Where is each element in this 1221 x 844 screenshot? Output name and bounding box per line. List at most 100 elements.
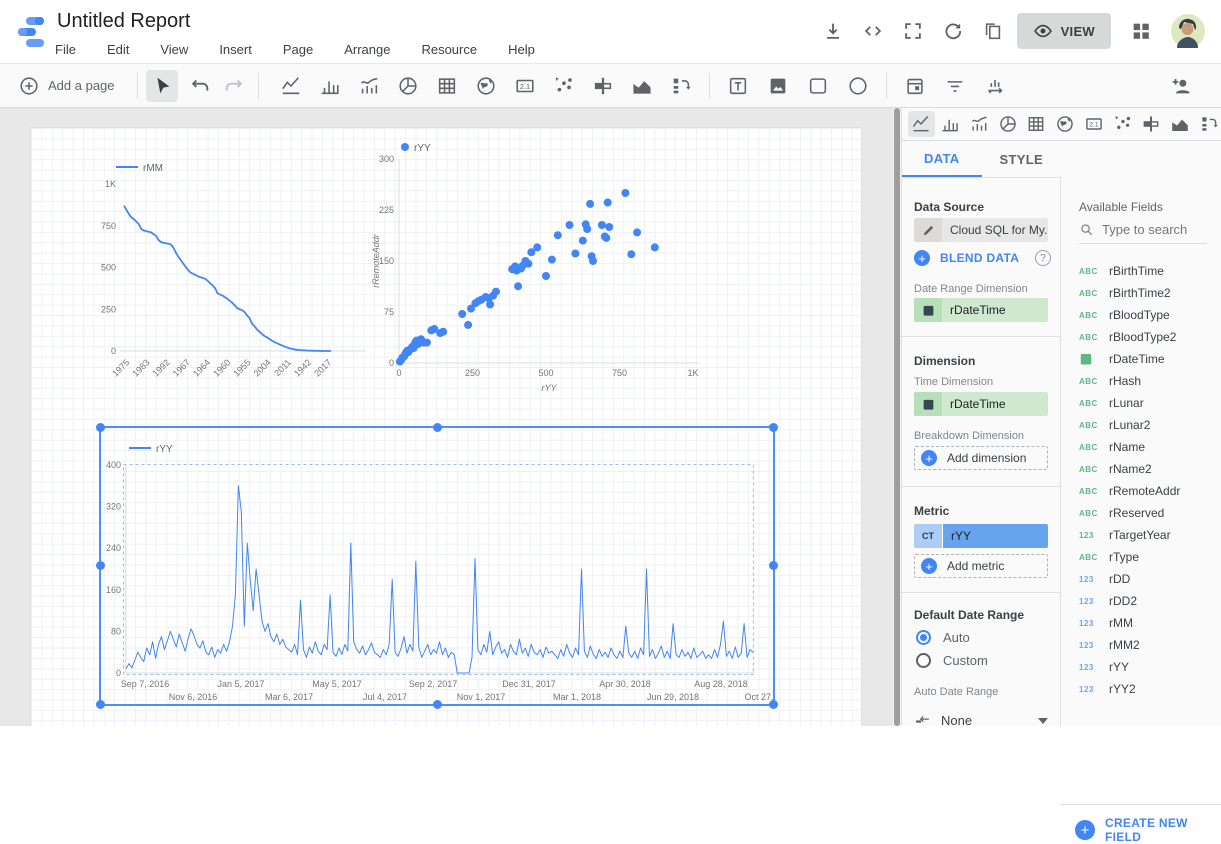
insert-pie-chart-button[interactable]: [392, 70, 424, 102]
field-item-rLunar2[interactable]: ABCrLunar2: [1061, 414, 1221, 436]
insert-image-button[interactable]: [762, 70, 794, 102]
refresh-button[interactable]: [937, 15, 969, 47]
field-search[interactable]: [1079, 222, 1207, 244]
add-metric-button[interactable]: + Add metric: [914, 554, 1048, 578]
menu-edit[interactable]: Edit: [102, 40, 134, 59]
field-item-rName2[interactable]: ABCrName2: [1061, 458, 1221, 480]
field-item-rRemoteAddr[interactable]: ABCrRemoteAddr: [1061, 480, 1221, 502]
resize-handle-se[interactable]: [769, 700, 778, 709]
field-item-rType[interactable]: ABCrType: [1061, 546, 1221, 568]
field-item-rMM2[interactable]: 123rMM2: [1061, 634, 1221, 656]
line-chart-rMM[interactable]: rMM1K75050025001975198319921967196419601…: [76, 141, 376, 391]
insert-data-control-button[interactable]: [979, 70, 1011, 102]
report-title[interactable]: Untitled Report: [57, 10, 190, 33]
avatar[interactable]: [1171, 14, 1205, 48]
date-range-dimension-chip[interactable]: rDateTime: [914, 298, 1048, 322]
insert-date-range-button[interactable]: [899, 70, 931, 102]
share-add-person-button[interactable]: [1165, 70, 1197, 102]
time-series-chart-rYY-selected[interactable]: rYY400320240160800Sep 7, 2016Jan 5, 2017…: [99, 426, 775, 706]
menu-resource[interactable]: Resource: [416, 40, 482, 59]
report-canvas[interactable]: rMM1K75050025001975198319921967196419601…: [0, 108, 893, 726]
embed-code-button[interactable]: [857, 15, 889, 47]
field-item-rName[interactable]: ABCrName: [1061, 436, 1221, 458]
add-page-button[interactable]: Add a page: [0, 75, 129, 97]
chart-type-pivot[interactable]: [1195, 111, 1221, 137]
insert-bar-chart-button[interactable]: [314, 70, 346, 102]
fullscreen-button[interactable]: [897, 15, 929, 47]
insert-combo-chart-button[interactable]: [353, 70, 385, 102]
data-source-chip[interactable]: Cloud SQL for My...: [914, 218, 1048, 242]
menu-file[interactable]: File: [50, 40, 81, 59]
field-item-rHash[interactable]: ABCrHash: [1061, 370, 1221, 392]
field-item-rTargetYear[interactable]: 123rTargetYear: [1061, 524, 1221, 546]
resize-handle-n[interactable]: [433, 423, 442, 432]
chart-type-scorecard[interactable]: [1080, 111, 1107, 137]
menu-help[interactable]: Help: [503, 40, 540, 59]
date-range-auto-radio[interactable]: Auto: [916, 630, 970, 645]
insert-time-series-button[interactable]: [275, 70, 307, 102]
tab-style[interactable]: STYLE: [982, 141, 1062, 178]
chart-type-area[interactable]: [1167, 111, 1194, 137]
field-item-rBloodType[interactable]: ABCrBloodType: [1061, 304, 1221, 326]
auto-date-range-select[interactable]: None: [914, 712, 1048, 729]
edit-data-source-icon[interactable]: [914, 218, 942, 242]
resize-handle-ne[interactable]: [769, 423, 778, 432]
select-tool-button[interactable]: [146, 70, 178, 102]
field-item-rYY[interactable]: 123rYY: [1061, 656, 1221, 678]
add-dimension-button[interactable]: + Add dimension: [914, 446, 1048, 470]
insert-text-button[interactable]: [722, 70, 754, 102]
insert-geo-map-button[interactable]: [470, 70, 502, 102]
field-item-rBirthTime[interactable]: ABCrBirthTime: [1061, 260, 1221, 282]
metric-chip-rYY[interactable]: CT rYY: [914, 524, 1048, 548]
chart-type-table[interactable]: [1023, 111, 1050, 137]
field-item-rBirthTime2[interactable]: ABCrBirthTime2: [1061, 282, 1221, 304]
resize-handle-s[interactable]: [433, 700, 442, 709]
chart-type-pie[interactable]: [994, 111, 1021, 137]
menu-view[interactable]: View: [155, 40, 193, 59]
field-item-rYY2[interactable]: 123rYY2: [1061, 678, 1221, 700]
scatter-chart-rYY[interactable]: rYYrRemoteAddr30022515075002505007501KrY…: [369, 134, 709, 396]
field-item-rLunar[interactable]: ABCrLunar: [1061, 392, 1221, 414]
resize-handle-w[interactable]: [96, 561, 105, 570]
insert-bullet-chart-button[interactable]: [587, 70, 619, 102]
insert-pivot-table-button[interactable]: [665, 70, 697, 102]
time-dimension-chip[interactable]: rDateTime: [914, 392, 1048, 416]
menu-arrange[interactable]: Arrange: [339, 40, 395, 59]
field-item-rDateTime[interactable]: rDateTime: [1061, 348, 1221, 370]
insert-scorecard-button[interactable]: [509, 70, 541, 102]
resize-handle-e[interactable]: [769, 561, 778, 570]
chart-type-bar[interactable]: [937, 111, 964, 137]
blend-data-button[interactable]: + BLEND DATA: [914, 250, 1019, 266]
help-icon[interactable]: ?: [1035, 250, 1051, 266]
create-new-field-button[interactable]: + CREATE NEW FIELD: [1075, 816, 1221, 844]
date-range-custom-radio[interactable]: Custom: [916, 653, 988, 668]
view-button[interactable]: VIEW: [1017, 13, 1111, 49]
download-button[interactable]: [817, 15, 849, 47]
field-item-rDD[interactable]: 123rDD: [1061, 568, 1221, 590]
resize-handle-sw[interactable]: [96, 700, 105, 709]
tab-data[interactable]: DATA: [902, 141, 982, 178]
insert-rectangle-button[interactable]: [802, 70, 834, 102]
aggregation-badge[interactable]: CT: [914, 524, 942, 548]
menu-insert[interactable]: Insert: [214, 40, 257, 59]
field-item-rDD2[interactable]: 123rDD2: [1061, 590, 1221, 612]
copy-report-button[interactable]: [977, 15, 1009, 47]
redo-button[interactable]: [218, 70, 250, 102]
field-item-rReserved[interactable]: ABCrReserved: [1061, 502, 1221, 524]
insert-filter-control-button[interactable]: [939, 70, 971, 102]
resize-handle-nw[interactable]: [96, 423, 105, 432]
menu-page[interactable]: Page: [278, 40, 318, 59]
scrollbar-thumb[interactable]: [894, 108, 900, 726]
chart-type-combo[interactable]: [965, 111, 992, 137]
canvas-scrollbar[interactable]: [893, 108, 901, 726]
chart-type-geo[interactable]: [1052, 111, 1079, 137]
insert-scatter-chart-button[interactable]: [548, 70, 580, 102]
chart-type-bullet[interactable]: [1138, 111, 1165, 137]
insert-table-button[interactable]: [431, 70, 463, 102]
chart-type-time-series[interactable]: [908, 111, 935, 137]
insert-area-chart-button[interactable]: [626, 70, 658, 102]
field-item-rBloodType2[interactable]: ABCrBloodType2: [1061, 326, 1221, 348]
insert-circle-button[interactable]: [842, 70, 874, 102]
report-page[interactable]: rMM1K75050025001975198319921967196419601…: [30, 127, 862, 726]
chart-type-scatter[interactable]: [1109, 111, 1136, 137]
